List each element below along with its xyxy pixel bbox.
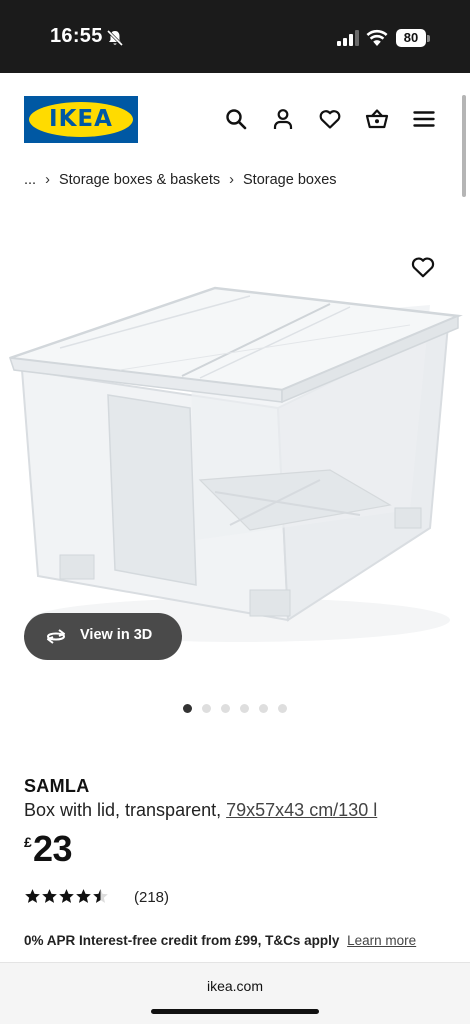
browser-address-bar[interactable]: ikea.com <box>0 962 470 1024</box>
breadcrumb-storage-boxes[interactable]: Storage boxes <box>243 172 337 188</box>
search-icon[interactable] <box>224 107 248 131</box>
product-description: Box with lid, transparent, 79x57x43 cm/1… <box>24 800 377 821</box>
bell-off-icon <box>106 29 124 47</box>
star-full-icon <box>25 889 40 903</box>
chevron-right-icon: › <box>45 172 50 188</box>
breadcrumb-storage-boxes-baskets[interactable]: Storage boxes & baskets <box>59 172 220 188</box>
status-time: 16:55 <box>50 25 103 47</box>
ikea-logo[interactable]: IKEA <box>24 96 138 143</box>
star-full-icon <box>59 889 74 903</box>
add-to-favourites-icon[interactable] <box>410 254 436 280</box>
battery-indicator: 80 <box>396 29 426 47</box>
view-in-3d-button[interactable]: View in 3D <box>24 613 182 660</box>
battery-tip <box>427 35 430 42</box>
breadcrumb-ellipsis[interactable]: ... <box>24 172 36 188</box>
view-in-3d-label: View in 3D <box>80 627 153 643</box>
product-image[interactable] <box>0 230 470 670</box>
cellular-signal-icon <box>337 30 359 46</box>
url-text[interactable]: ikea.com <box>0 978 470 994</box>
gallery-dot[interactable] <box>259 704 268 713</box>
gallery-dot[interactable] <box>278 704 287 713</box>
star-full-icon <box>76 889 91 903</box>
status-bar: 16:55 80 <box>0 0 470 73</box>
price-value: 23 <box>33 828 73 869</box>
page-scrollbar[interactable] <box>462 95 466 197</box>
logo-text: IKEA <box>49 106 113 132</box>
product-description-text: Box with lid, transparent, <box>24 800 222 820</box>
star-full-icon <box>42 889 57 903</box>
star-half-icon <box>93 889 108 903</box>
rotate-3d-icon <box>47 629 65 644</box>
wifi-icon <box>366 29 388 46</box>
basket-icon[interactable] <box>365 107 389 131</box>
site-header: IKEA <box>0 73 470 168</box>
menu-icon[interactable] <box>412 107 436 131</box>
credit-banner: 0% APR Interest-free credit from £99, T&… <box>24 933 416 948</box>
gallery-dot[interactable] <box>183 704 192 713</box>
user-icon[interactable] <box>271 107 295 131</box>
breadcrumb: ... › Storage boxes & baskets › Storage boxe… <box>24 172 337 188</box>
review-count[interactable]: (218) <box>134 889 169 906</box>
heart-icon[interactable] <box>318 107 342 131</box>
gallery-dot[interactable] <box>240 704 249 713</box>
credit-text: 0% APR Interest-free credit from £99, T&… <box>24 933 340 948</box>
price-currency: £ <box>24 834 32 850</box>
chevron-right-icon: › <box>229 172 234 188</box>
gallery-dot[interactable] <box>202 704 211 713</box>
gallery-dot[interactable] <box>221 704 230 713</box>
learn-more-link[interactable]: Learn more <box>347 933 416 948</box>
product-name: SAMLA <box>24 776 90 796</box>
product-dimensions-link[interactable]: 79x57x43 cm/130 l <box>226 800 377 820</box>
home-indicator[interactable] <box>151 1009 319 1014</box>
